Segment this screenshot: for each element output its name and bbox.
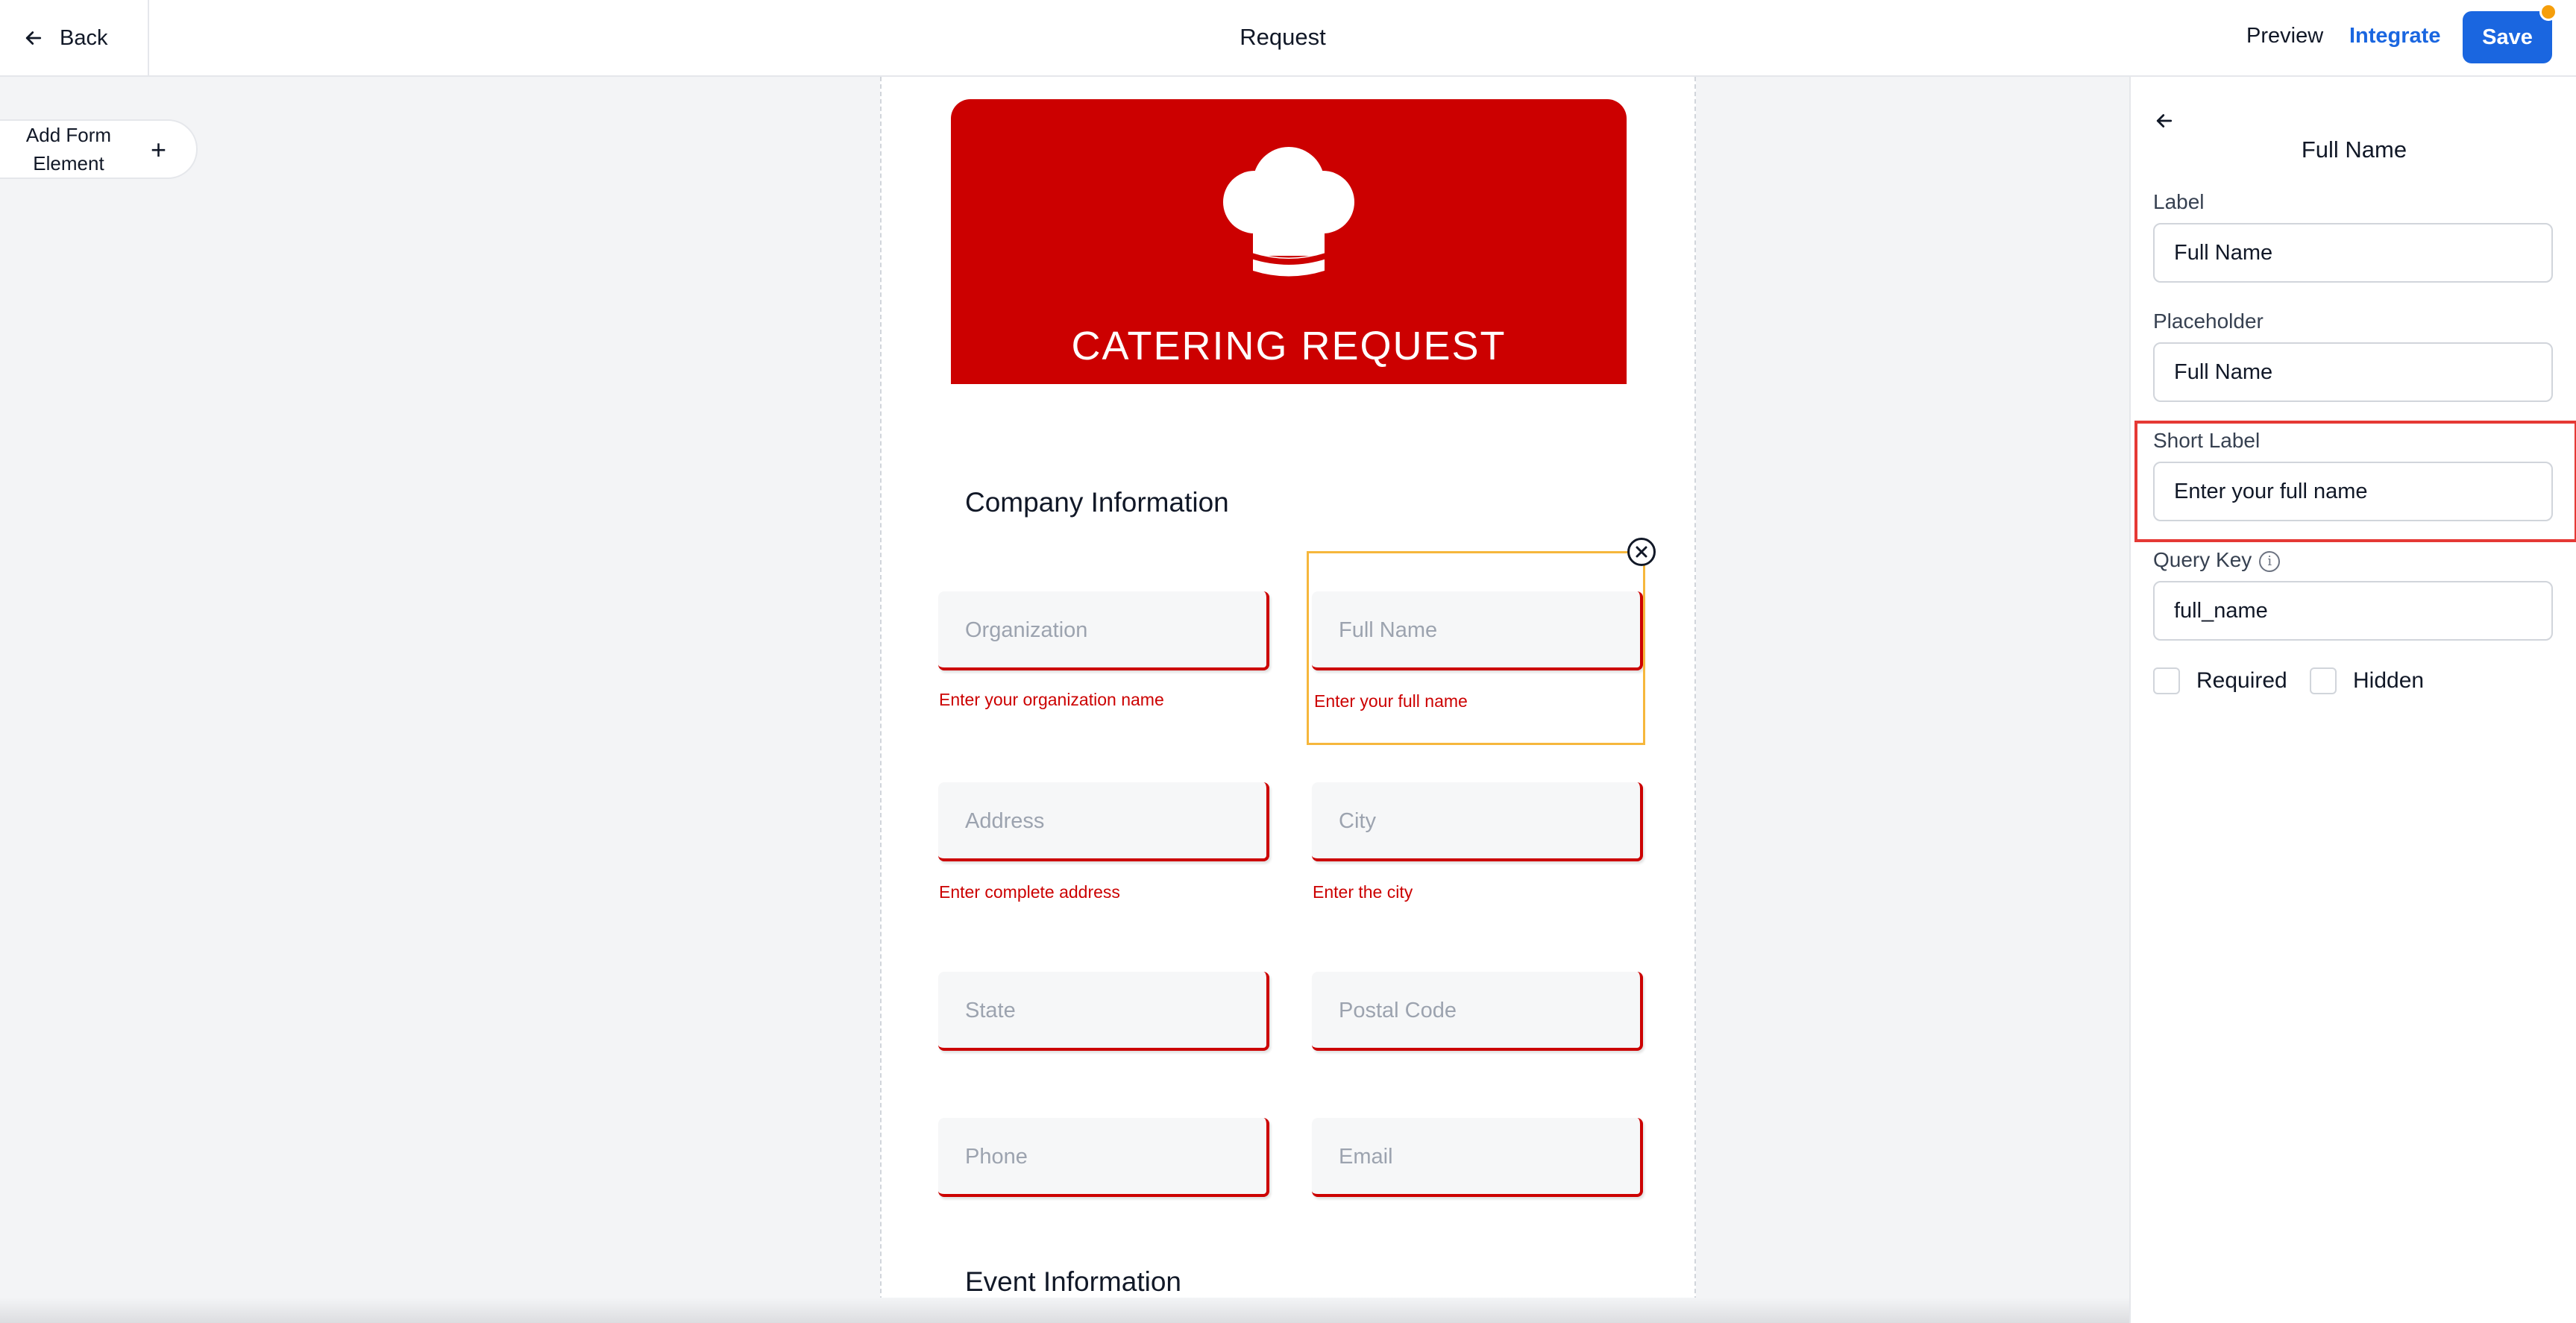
remove-field-button[interactable]	[1627, 538, 1656, 566]
email-field[interactable]: Email	[1312, 1118, 1643, 1197]
label-caption: Label	[2153, 190, 2205, 213]
banner-title: CATERING REQUEST	[1071, 324, 1507, 368]
form-canvas: CATERING REQUEST Company Information Org…	[880, 77, 1696, 1323]
page-title: Request	[1240, 24, 1326, 50]
arrow-left-icon[interactable]	[2153, 110, 2176, 132]
postal-code-field[interactable]: Postal Code	[1312, 972, 1643, 1051]
address-placeholder: Address	[965, 809, 1045, 833]
notification-dot	[2539, 3, 2557, 21]
state-field[interactable]: State	[938, 972, 1269, 1051]
query-key-label: Query Key	[2153, 548, 2252, 571]
email-placeholder: Email	[1339, 1145, 1393, 1169]
state-placeholder: State	[965, 999, 1016, 1022]
properties-panel: Full Name Label Full Name Placeholder Fu…	[2129, 77, 2576, 1323]
city-hint: Enter the city	[1313, 882, 1413, 902]
integrate-button[interactable]: Integrate	[2349, 24, 2440, 48]
close-icon	[1636, 546, 1647, 558]
hidden-checkbox[interactable]	[2310, 667, 2337, 694]
add-form-element-button[interactable]: Add Form Element +	[0, 119, 198, 179]
top-bar: Back Request Preview Integrate Save	[0, 0, 2576, 77]
placeholder-input[interactable]: Full Name	[2153, 342, 2553, 402]
hidden-checkbox-row[interactable]: Hidden	[2310, 667, 2424, 694]
organization-placeholder: Organization	[965, 618, 1088, 642]
phone-placeholder: Phone	[965, 1145, 1028, 1169]
hidden-label: Hidden	[2353, 668, 2425, 693]
placeholder-caption: Placeholder	[2153, 309, 2264, 333]
short-label-input[interactable]: Enter your full name	[2153, 462, 2553, 521]
form-banner: CATERING REQUEST	[951, 99, 1627, 384]
company-section-title: Company Information	[965, 487, 1229, 518]
label-input[interactable]: Full Name	[2153, 223, 2553, 283]
save-button[interactable]: Save	[2463, 11, 2552, 63]
required-checkbox-row[interactable]: Required	[2153, 667, 2287, 694]
short-label-caption: Short Label	[2153, 429, 2261, 452]
postal-code-placeholder: Postal Code	[1339, 999, 1457, 1022]
city-placeholder: City	[1339, 809, 1376, 833]
organization-hint: Enter your organization name	[939, 690, 1164, 709]
preview-button[interactable]: Preview	[2246, 24, 2323, 48]
info-icon[interactable]: i	[2259, 550, 2281, 572]
panel-title: Full Name	[2301, 136, 2407, 163]
city-field[interactable]: City	[1312, 782, 1643, 861]
address-field[interactable]: Address	[938, 782, 1269, 861]
add-form-element-label: Add Form Element	[25, 124, 112, 175]
address-hint: Enter complete address	[939, 882, 1120, 902]
event-section-title: Event Information	[965, 1266, 1181, 1297]
query-key-input[interactable]: full_name	[2153, 581, 2553, 641]
required-label: Required	[2196, 668, 2287, 693]
chef-hat-icon	[1223, 147, 1354, 277]
phone-field[interactable]: Phone	[938, 1118, 1269, 1197]
required-checkbox[interactable]	[2153, 667, 2180, 694]
query-key-caption: Query Key i	[2153, 548, 2281, 572]
plus-icon: +	[151, 134, 167, 165]
organization-field[interactable]: Organization	[938, 591, 1269, 670]
selected-field-outline	[1307, 551, 1645, 745]
